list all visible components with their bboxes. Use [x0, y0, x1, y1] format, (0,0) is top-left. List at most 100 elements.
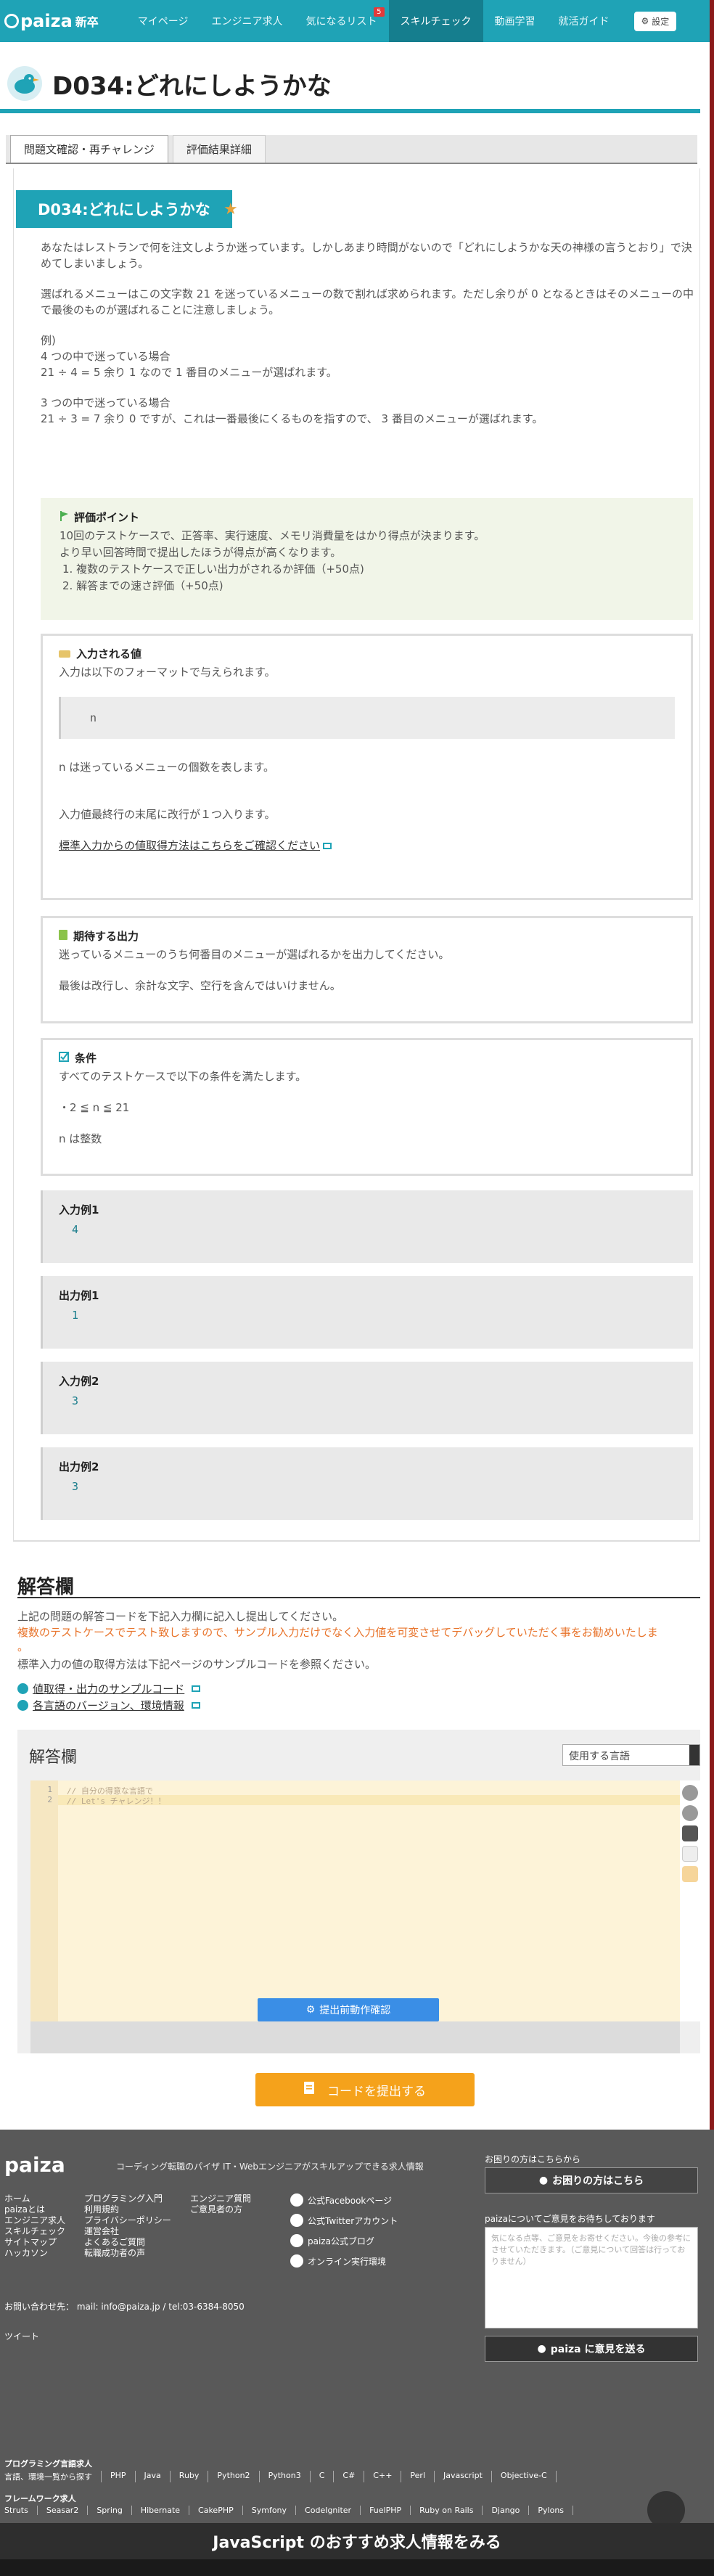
prog-link[interactable]: 言語、環境一覧から探す: [4, 2471, 102, 2482]
logo-text: paiza: [20, 11, 73, 31]
bird-mascot-icon: [7, 66, 42, 101]
eval-line: 1. 複数のテストケースで正しい出力がされるか評価（+50点): [62, 563, 364, 576]
tab-results[interactable]: 評価結果詳細: [172, 135, 266, 163]
blog-link[interactable]: paiza公式ブログ: [290, 2234, 374, 2247]
nav-favorites[interactable]: 気になるリスト 5: [295, 0, 389, 42]
prog-link[interactable]: C++: [364, 2471, 402, 2482]
footer-link[interactable]: プログラミング入門: [84, 2193, 171, 2204]
prog-link[interactable]: Objective-C: [492, 2471, 557, 2482]
paiza-logo[interactable]: paiza 新卒: [4, 0, 99, 42]
input-line: 入力値最終行の末尾に改行が１つ入ります。: [59, 808, 276, 821]
zoom-in-icon[interactable]: [682, 1785, 698, 1801]
example-title: 出力例1: [59, 1289, 99, 1302]
footer-link[interactable]: ご意見者の方: [190, 2204, 251, 2215]
footer: paiza コーディング転職のパイザ IT・Webエンジニアがスキルアップできる…: [0, 2130, 714, 2576]
footer-link[interactable]: 運営会社: [84, 2226, 171, 2237]
top-nav: paiza 新卒 マイページ エンジニア求人 気になるリスト 5 スキルチェック…: [0, 0, 714, 42]
answer-rule: [17, 1597, 700, 1598]
example-box: 出力例1 1: [41, 1276, 693, 1349]
checkbox-icon: [59, 1051, 69, 1065]
fw-link[interactable]: Spring: [88, 2506, 132, 2515]
prog-link[interactable]: Python3: [260, 2471, 311, 2482]
footer-link[interactable]: 利用規約: [84, 2204, 171, 2215]
input-line: n は迷っているメニューの個数を表します。: [59, 761, 275, 774]
env-info-link[interactable]: 各言語のバージョン、環境情報: [17, 1698, 200, 1713]
fw-link[interactable]: Ruby on Rails: [411, 2506, 483, 2515]
footer-link[interactable]: 転職成功者の声: [84, 2248, 171, 2259]
prog-jobs-links: 言語、環境一覧から探す PHP Java Ruby Python2 Python…: [4, 2471, 557, 2482]
footer-link[interactable]: ホーム: [4, 2193, 65, 2204]
twitter-link[interactable]: 公式Twitterアカウント: [290, 2214, 398, 2227]
footer-link[interactable]: サイトマップ: [4, 2237, 65, 2248]
footer-links-col1: ホーム paizaとは エンジニア求人 スキルチェック サイトマップ ハッカソン: [4, 2193, 65, 2259]
light-theme-icon[interactable]: [682, 1846, 698, 1862]
settings-button[interactable]: ⚙ 設定: [633, 11, 677, 31]
keyboard-icon: [59, 647, 70, 661]
fw-link[interactable]: Struts: [4, 2506, 38, 2515]
fw-link[interactable]: Pylons: [529, 2506, 574, 2515]
fw-jobs-links: Struts Seasar2 Spring Hibernate CakePHP …: [4, 2506, 574, 2515]
fw-link[interactable]: Seasar2: [38, 2506, 89, 2515]
prog-link[interactable]: PHP: [102, 2471, 136, 2482]
document-icon: [304, 2082, 314, 2098]
prog-link[interactable]: Ruby: [171, 2471, 209, 2482]
nav-video[interactable]: 動画学習: [483, 0, 547, 42]
tweet-link[interactable]: ツイート: [4, 2330, 39, 2342]
prog-link[interactable]: C#: [334, 2471, 365, 2482]
twitter-icon: [290, 2214, 303, 2227]
nav-jobs[interactable]: エンジニア求人: [200, 0, 295, 42]
code-editor[interactable]: 1 2 // 自分の得意な言語で // Let's チャレンジ！！: [30, 1780, 680, 2021]
prog-link[interactable]: Python2: [208, 2471, 260, 2482]
prog-link[interactable]: C: [311, 2471, 335, 2482]
logo-sub: 新卒: [75, 15, 99, 29]
sample-code-link[interactable]: 値取得・出力のサンプルコード: [17, 1681, 201, 1696]
tab-problem[interactable]: 問題文確認・再チャレンジ: [10, 135, 168, 163]
help-button[interactable]: ● お困りの方はこちら: [485, 2167, 698, 2193]
job-recommendation-bar[interactable]: JavaScript のおすすめ求人情報をみる: [0, 2523, 714, 2559]
run-check-button[interactable]: ⚙ 提出前動作確認: [258, 1998, 439, 2021]
feedback-textarea[interactable]: 気になる点等、ご意見をお寄せください。今後の参考にさせていただきます。（ご意見に…: [485, 2227, 698, 2328]
bottom-strip: [0, 2559, 714, 2576]
submit-code-label: コードを提出する: [327, 2084, 426, 2099]
example-title: 入力例1: [59, 1203, 99, 1217]
footer-link[interactable]: paizaとは: [4, 2204, 65, 2215]
fw-link[interactable]: Symfony: [243, 2506, 297, 2515]
submit-code-button[interactable]: コードを提出する: [255, 2073, 475, 2106]
nav-items: マイページ エンジニア求人 気になるリスト 5 スキルチェック 動画学習 就活ガ…: [126, 0, 621, 42]
document-icon: [59, 929, 67, 943]
fw-link[interactable]: FuelPHP: [361, 2506, 411, 2515]
desc-paragraph: 例) 4 つの中で迷っている場合 21 ÷ 4 = 5 余り 1 なので 1 番…: [41, 334, 337, 379]
nav-guide[interactable]: 就活ガイド: [547, 0, 621, 42]
facebook-link[interactable]: 公式Facebookページ: [290, 2193, 392, 2207]
footer-link[interactable]: スキルチェック: [4, 2226, 65, 2237]
footer-link[interactable]: ハッカソン: [4, 2248, 65, 2259]
warm-theme-icon[interactable]: [682, 1866, 698, 1882]
footer-tagline: コーディング転職のパイザ IT・Webエンジニアがスキルアップできる求人情報: [116, 2162, 424, 2172]
prog-link[interactable]: Perl: [401, 2471, 435, 2482]
online-env-link[interactable]: オンライン実行環境: [290, 2254, 386, 2268]
footer-link[interactable]: よくあるご質問: [84, 2237, 171, 2248]
panel-divider: [13, 1540, 700, 1542]
nav-skillcheck[interactable]: スキルチェック: [388, 0, 483, 42]
nav-mypage[interactable]: マイページ: [126, 0, 200, 42]
editor-toolbar: [680, 1780, 700, 2021]
footer-link[interactable]: エンジニア求人: [4, 2215, 65, 2226]
footer-logo[interactable]: paiza: [4, 2153, 65, 2177]
dark-theme-icon[interactable]: [682, 1825, 698, 1841]
zoom-out-icon[interactable]: [682, 1805, 698, 1821]
external-link-icon: [192, 1685, 201, 1692]
footer-link[interactable]: エンジニア質問: [190, 2193, 251, 2204]
send-feedback-button[interactable]: ● paiza に意見を送る: [485, 2336, 698, 2362]
line-gutter: [30, 1780, 58, 2021]
fw-link[interactable]: CakePHP: [189, 2506, 243, 2515]
star-icon[interactable]: ★: [223, 200, 238, 218]
fw-link[interactable]: CodeIgniter: [296, 2506, 361, 2515]
prog-link[interactable]: Java: [136, 2471, 171, 2482]
fw-link[interactable]: Hibernate: [132, 2506, 190, 2515]
stdin-help-link[interactable]: 標準入力からの値取得方法はこちらをご確認ください: [59, 838, 675, 854]
code-line: // Let's チャレンジ！！: [67, 1796, 166, 1806]
fw-link[interactable]: Django: [483, 2506, 530, 2515]
footer-link[interactable]: プライバシーポリシー: [84, 2215, 171, 2226]
language-select[interactable]: 使用する言語: [562, 1744, 700, 1766]
prog-link[interactable]: Javascript: [435, 2471, 492, 2482]
